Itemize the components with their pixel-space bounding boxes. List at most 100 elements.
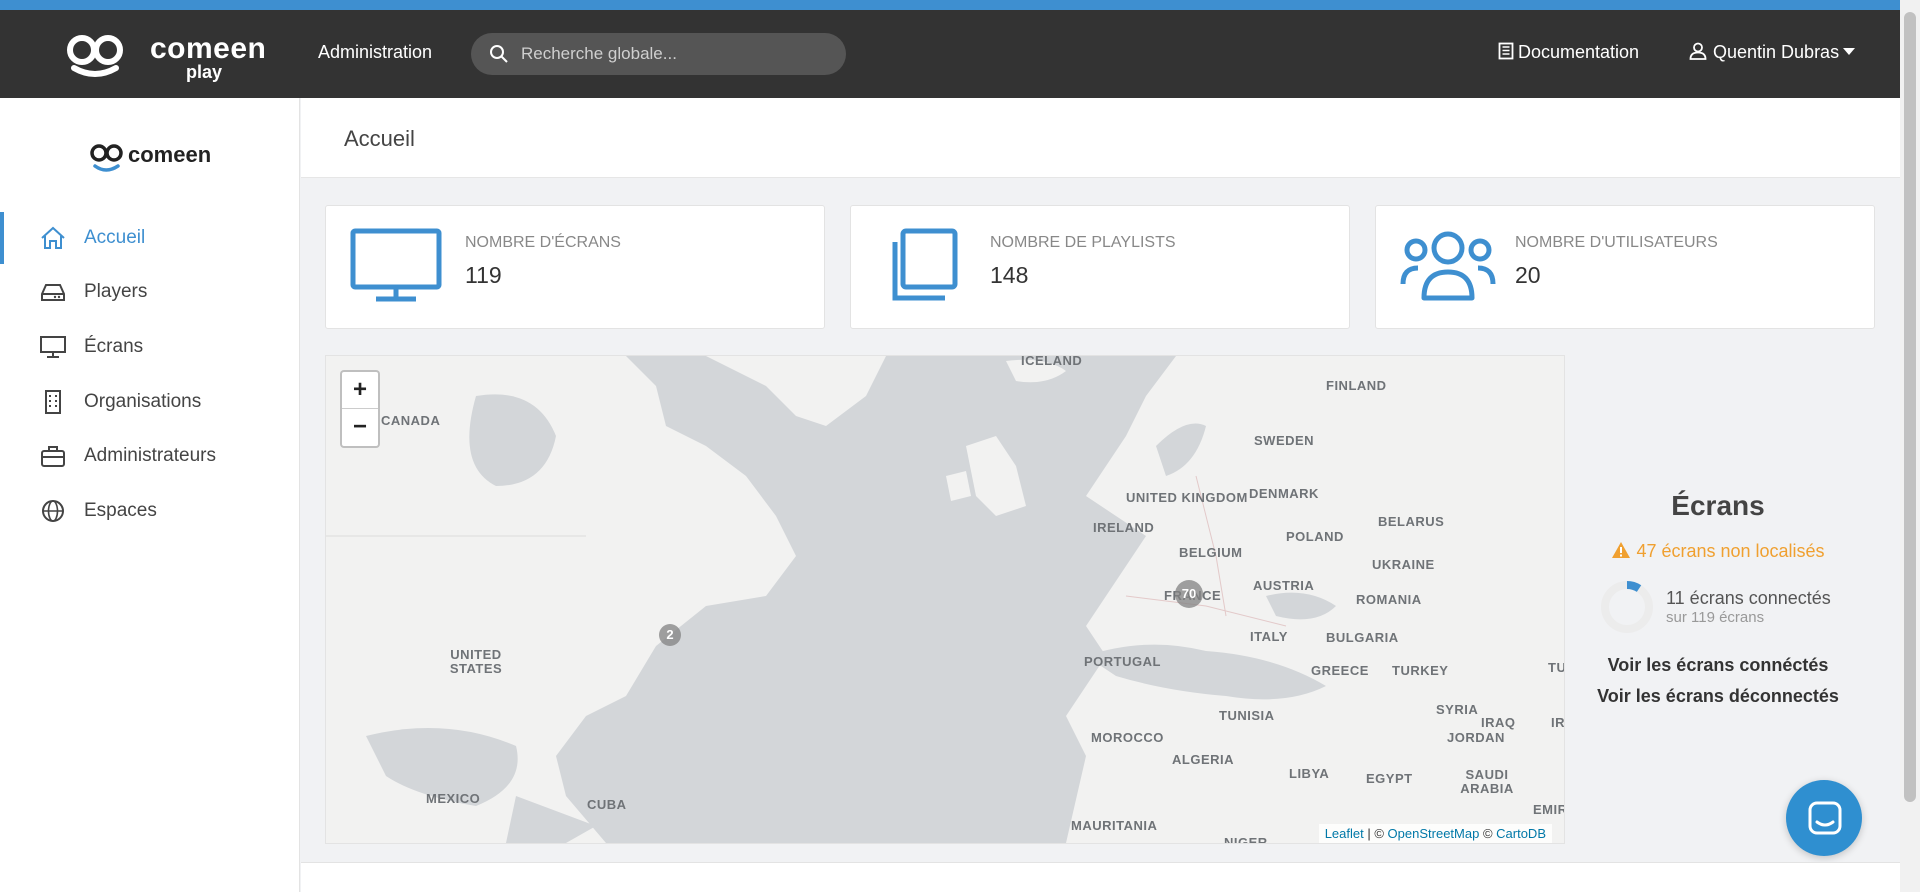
user-name: Quentin Dubras — [1713, 42, 1840, 62]
unlocated-screens-warning[interactable]: 47 écrans non localisés — [1568, 541, 1868, 562]
map-label: FINLAND — [1326, 378, 1387, 393]
card-value: 148 — [990, 262, 1029, 288]
zoom-out-button[interactable]: − — [342, 409, 378, 446]
page-header: Accueil — [301, 98, 1900, 178]
screens-map[interactable]: + − ICELAND FINLAND CANADA SWEDEN UNITED… — [326, 356, 1564, 843]
map-label: UNITED STATES — [449, 647, 503, 676]
documentation-link[interactable]: Documentation — [1498, 42, 1639, 63]
chat-icon — [1808, 801, 1842, 835]
sidebar-item-label: Accueil — [84, 227, 146, 248]
search-icon — [490, 45, 508, 63]
book-icon — [1498, 42, 1514, 60]
administration-link[interactable]: Administration — [318, 42, 432, 63]
chat-launcher-button[interactable] — [1786, 780, 1862, 856]
see-disconnected-screens-link[interactable]: Voir les écrans déconnectés — [1568, 686, 1868, 707]
sidebar-item-label: Players — [84, 281, 148, 302]
brand-name: comeen — [150, 32, 267, 65]
sidebar-item-players[interactable]: Players — [0, 266, 300, 318]
comeen-logo-icon — [67, 35, 123, 77]
stat-card-users: NOMBRE D'UTILISATEURS 20 — [1375, 205, 1875, 329]
card-label: NOMBRE D'UTILISATEURS — [1515, 234, 1718, 251]
global-search[interactable] — [471, 33, 846, 75]
sidebar-item-ecrans[interactable]: Écrans — [0, 321, 300, 373]
attribution-sep: | © — [1363, 826, 1388, 841]
map-attribution: Leaflet | © OpenStreetMap © CartoDB — [1318, 824, 1552, 843]
sidebar-item-espaces[interactable]: Espaces — [0, 485, 300, 537]
map-label: BULGARIA — [1326, 630, 1399, 645]
map-label: BELARUS — [1378, 514, 1445, 529]
copy-icon — [892, 228, 958, 301]
sidebar: comeen Accueil Players Écrans Organisati… — [0, 98, 300, 892]
map-label: TUNISIA — [1219, 708, 1275, 723]
top-navbar: comeen play Administration Documentation… — [0, 10, 1920, 98]
comeen-logo-icon — [90, 144, 123, 172]
map-label: EMIR — [1533, 802, 1564, 817]
map-panel: + − ICELAND FINLAND CANADA SWEDEN UNITED… — [325, 355, 1565, 844]
warning-icon — [1612, 542, 1631, 558]
stat-card-screens: NOMBRE D'ÉCRANS 119 — [325, 205, 825, 329]
map-label: DENMARK — [1249, 486, 1319, 501]
map-label: ROMANIA — [1356, 592, 1422, 607]
sidebar-item-label: Organisations — [84, 391, 202, 412]
card-value: 20 — [1515, 262, 1541, 288]
unlocated-screens-label: 47 écrans non localisés — [1636, 541, 1825, 561]
user-menu[interactable]: Quentin Dubras — [1689, 42, 1856, 63]
connected-screens-donut — [1601, 581, 1653, 633]
map-label: CANADA — [381, 413, 441, 428]
users-icon — [1400, 231, 1496, 301]
search-input[interactable] — [521, 33, 831, 75]
globe-icon — [42, 500, 64, 522]
briefcase-icon — [41, 446, 65, 467]
map-label: SWEDEN — [1254, 433, 1315, 448]
map-label: NIGER — [1224, 835, 1268, 843]
card-label: NOMBRE DE PLAYLISTS — [990, 234, 1176, 251]
documentation-label: Documentation — [1518, 42, 1640, 62]
brand-sub: play — [186, 62, 223, 82]
hard-drive-icon — [41, 284, 65, 301]
map-label: JORDAN — [1447, 730, 1505, 745]
sidebar-item-organisations[interactable]: Organisations — [0, 376, 300, 428]
map-zoom-control: + − — [340, 370, 380, 448]
map-label: IRAQ — [1481, 715, 1516, 730]
map-label: SYRIA — [1436, 702, 1479, 717]
building-icon — [45, 390, 61, 414]
user-icon — [1689, 42, 1707, 60]
map-label: MEXICO — [426, 791, 481, 806]
scrollbar-thumb[interactable] — [1904, 12, 1916, 802]
sidebar-logo: comeen — [90, 142, 211, 181]
map-label: SAUDI ARABIA — [1460, 767, 1514, 796]
map-label: BELGIUM — [1179, 545, 1243, 560]
sidebar-item-administrateurs[interactable]: Administrateurs — [0, 430, 300, 482]
cartodb-link[interactable]: CartoDB — [1496, 826, 1546, 841]
map-label: UNITED KINGDOM — [1126, 490, 1248, 505]
map-label: POLAND — [1286, 529, 1344, 544]
osm-link[interactable]: OpenStreetMap — [1388, 826, 1480, 841]
map-marker-cluster[interactable]: 2 — [659, 624, 681, 646]
map-label: AUSTRIA — [1253, 578, 1315, 593]
map-label: MAURITANIA — [1071, 818, 1158, 833]
top-accent-strip — [0, 0, 1920, 10]
see-connected-screens-link[interactable]: Voir les écrans connéctés — [1568, 655, 1868, 676]
map-label: EGYPT — [1366, 771, 1413, 786]
map-label: TU — [1548, 660, 1564, 675]
caret-down-icon — [1843, 48, 1856, 55]
map-label: ITALY — [1250, 629, 1288, 644]
comeen-play-logo[interactable]: comeen play — [62, 28, 266, 84]
page-title: Accueil — [344, 126, 415, 151]
map-label: IRELAND — [1093, 520, 1155, 535]
map-marker-cluster[interactable]: 70 — [1175, 580, 1203, 608]
map-label: IR — [1551, 715, 1564, 730]
page-scrollbar[interactable] — [1900, 0, 1920, 892]
attribution-sep: © — [1479, 826, 1497, 841]
monitor-icon — [350, 228, 442, 302]
map-label: CUBA — [587, 797, 627, 812]
map-label: ICELAND — [1021, 356, 1083, 368]
card-value: 119 — [465, 262, 502, 288]
card-label: NOMBRE D'ÉCRANS — [465, 234, 621, 251]
sidebar-item-label: Administrateurs — [84, 445, 216, 466]
total-screens-count: sur 119 écrans — [1666, 609, 1765, 626]
zoom-in-button[interactable]: + — [342, 372, 378, 409]
leaflet-link[interactable]: Leaflet — [1325, 826, 1364, 841]
sidebar-item-accueil[interactable]: Accueil — [0, 212, 300, 264]
connected-screens-count: 11 écrans connectés — [1666, 588, 1831, 608]
